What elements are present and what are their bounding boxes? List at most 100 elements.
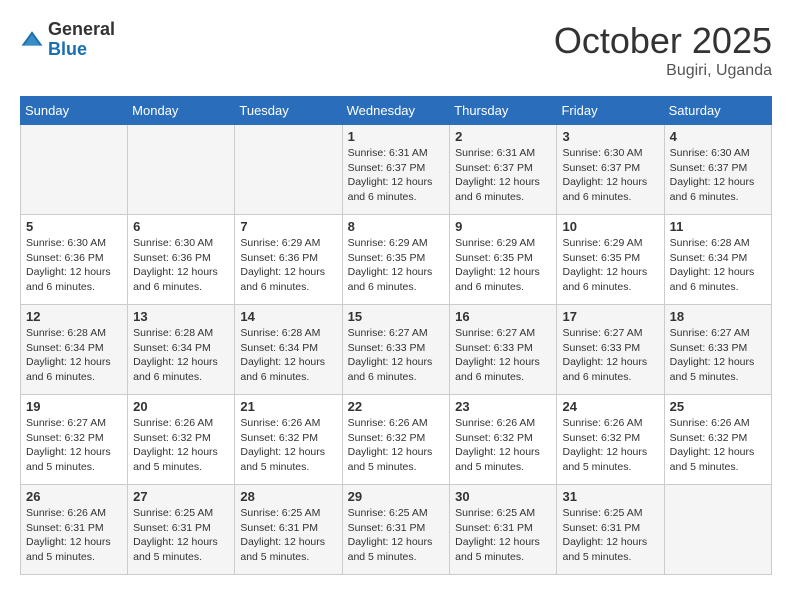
day-number: 13	[133, 309, 229, 324]
day-number: 4	[670, 129, 766, 144]
calendar-cell: 10 Sunrise: 6:29 AM Sunset: 6:35 PM Dayli…	[557, 215, 664, 305]
day-info: Sunrise: 6:29 AM Sunset: 6:36 PM Dayligh…	[240, 236, 336, 295]
day-number: 21	[240, 399, 336, 414]
day-number: 8	[348, 219, 445, 234]
logo-general-text: General	[48, 20, 115, 40]
day-number: 7	[240, 219, 336, 234]
calendar-cell: 8 Sunrise: 6:29 AM Sunset: 6:35 PM Daylig…	[342, 215, 450, 305]
calendar-cell: 18Sunrise: 6:27 AM Sunset: 6:33 PM Dayli…	[664, 305, 771, 395]
day-number: 5	[26, 219, 122, 234]
calendar-cell: 9 Sunrise: 6:29 AM Sunset: 6:35 PM Daylig…	[450, 215, 557, 305]
day-number: 2	[455, 129, 551, 144]
day-info: Sunrise: 6:31 AM Sunset: 6:37 PM Dayligh…	[455, 146, 551, 205]
logo-blue-text: Blue	[48, 40, 115, 60]
calendar-cell: 21 Sunrise: 6:26 AM Sunset: 6:32 PM Dayli…	[235, 395, 342, 485]
day-info: Sunrise: 6:26 AM Sunset: 6:32 PM Dayligh…	[455, 416, 551, 475]
calendar-cell	[21, 125, 128, 215]
day-number: 30	[455, 489, 551, 504]
calendar-cell: 5 Sunrise: 6:30 AM Sunset: 6:36 PM Daylig…	[21, 215, 128, 305]
day-number: 12	[26, 309, 122, 324]
day-number: 10	[562, 219, 658, 234]
day-info: Sunrise: 6:26 AM Sunset: 6:32 PM Dayligh…	[133, 416, 229, 475]
calendar-cell: 28 Sunrise: 6:25 AM Sunset: 6:31 PM Dayli…	[235, 485, 342, 575]
day-info: Sunrise: 6:31 AM Sunset: 6:37 PM Dayligh…	[348, 146, 445, 205]
calendar-header: Sunday Monday Tuesday Wednesday Thursday…	[21, 97, 772, 125]
day-info: Sunrise: 6:29 AM Sunset: 6:35 PM Dayligh…	[348, 236, 445, 295]
day-number: 11	[670, 219, 766, 234]
day-number: 23	[455, 399, 551, 414]
day-info: Sunrise: 6:27 AM Sunset: 6:33 PM Dayligh…	[562, 326, 658, 385]
day-number: 20	[133, 399, 229, 414]
calendar-cell: 6Sunrise: 6:30 AM Sunset: 6:36 PM Daylig…	[128, 215, 235, 305]
logo: General Blue	[20, 20, 115, 60]
calendar-cell: 1 Sunrise: 6:31 AM Sunset: 6:37 PM Daylig…	[342, 125, 450, 215]
day-number: 27	[133, 489, 229, 504]
day-info: Sunrise: 6:28 AM Sunset: 6:34 PM Dayligh…	[133, 326, 229, 385]
day-info: Sunrise: 6:25 AM Sunset: 6:31 PM Dayligh…	[240, 506, 336, 565]
calendar-cell: 3 Sunrise: 6:30 AM Sunset: 6:37 PM Daylig…	[557, 125, 664, 215]
col-thursday: Thursday	[450, 97, 557, 125]
day-number: 15	[348, 309, 445, 324]
calendar-cell: 15 Sunrise: 6:27 AM Sunset: 6:33 PM Dayli…	[342, 305, 450, 395]
logo-icon	[20, 28, 44, 52]
day-number: 31	[562, 489, 658, 504]
col-tuesday: Tuesday	[235, 97, 342, 125]
day-info: Sunrise: 6:25 AM Sunset: 6:31 PM Dayligh…	[562, 506, 658, 565]
calendar-cell: 24 Sunrise: 6:26 AM Sunset: 6:32 PM Dayli…	[557, 395, 664, 485]
day-number: 24	[562, 399, 658, 414]
day-info: Sunrise: 6:29 AM Sunset: 6:35 PM Dayligh…	[562, 236, 658, 295]
calendar-cell: 12 Sunrise: 6:28 AM Sunset: 6:34 PM Dayli…	[21, 305, 128, 395]
calendar-cell: 29 Sunrise: 6:25 AM Sunset: 6:31 PM Dayli…	[342, 485, 450, 575]
day-info: Sunrise: 6:29 AM Sunset: 6:35 PM Dayligh…	[455, 236, 551, 295]
calendar-week-3: 12 Sunrise: 6:28 AM Sunset: 6:34 PM Dayli…	[21, 305, 772, 395]
calendar-body: 1 Sunrise: 6:31 AM Sunset: 6:37 PM Daylig…	[21, 125, 772, 575]
calendar-cell: 14 Sunrise: 6:28 AM Sunset: 6:34 PM Dayli…	[235, 305, 342, 395]
day-info: Sunrise: 6:27 AM Sunset: 6:33 PM Dayligh…	[348, 326, 445, 385]
day-number: 9	[455, 219, 551, 234]
day-info: Sunrise: 6:25 AM Sunset: 6:31 PM Dayligh…	[133, 506, 229, 565]
day-number: 3	[562, 129, 658, 144]
col-friday: Friday	[557, 97, 664, 125]
header-row: Sunday Monday Tuesday Wednesday Thursday…	[21, 97, 772, 125]
day-info: Sunrise: 6:30 AM Sunset: 6:36 PM Dayligh…	[133, 236, 229, 295]
calendar-cell: 4Sunrise: 6:30 AM Sunset: 6:37 PM Daylig…	[664, 125, 771, 215]
calendar-week-4: 19Sunrise: 6:27 AM Sunset: 6:32 PM Dayli…	[21, 395, 772, 485]
calendar-cell: 25Sunrise: 6:26 AM Sunset: 6:32 PM Dayli…	[664, 395, 771, 485]
calendar-cell: 16Sunrise: 6:27 AM Sunset: 6:33 PM Dayli…	[450, 305, 557, 395]
calendar-cell: 2 Sunrise: 6:31 AM Sunset: 6:37 PM Daylig…	[450, 125, 557, 215]
col-sunday: Sunday	[21, 97, 128, 125]
col-saturday: Saturday	[664, 97, 771, 125]
day-number: 16	[455, 309, 551, 324]
calendar-table: Sunday Monday Tuesday Wednesday Thursday…	[20, 96, 772, 575]
calendar-cell: 27 Sunrise: 6:25 AM Sunset: 6:31 PM Dayli…	[128, 485, 235, 575]
day-info: Sunrise: 6:26 AM Sunset: 6:32 PM Dayligh…	[240, 416, 336, 475]
day-number: 26	[26, 489, 122, 504]
day-number: 29	[348, 489, 445, 504]
day-number: 28	[240, 489, 336, 504]
day-info: Sunrise: 6:25 AM Sunset: 6:31 PM Dayligh…	[348, 506, 445, 565]
calendar-week-1: 1 Sunrise: 6:31 AM Sunset: 6:37 PM Daylig…	[21, 125, 772, 215]
title-area: October 2025 Bugiri, Uganda	[554, 20, 772, 80]
day-info: Sunrise: 6:27 AM Sunset: 6:33 PM Dayligh…	[670, 326, 766, 385]
month-title: October 2025	[554, 20, 772, 62]
day-info: Sunrise: 6:26 AM Sunset: 6:32 PM Dayligh…	[562, 416, 658, 475]
day-info: Sunrise: 6:26 AM Sunset: 6:32 PM Dayligh…	[348, 416, 445, 475]
day-number: 19	[26, 399, 122, 414]
page-header: General Blue October 2025 Bugiri, Uganda	[20, 20, 772, 80]
day-number: 14	[240, 309, 336, 324]
calendar-cell: 19Sunrise: 6:27 AM Sunset: 6:32 PM Dayli…	[21, 395, 128, 485]
calendar-week-2: 5 Sunrise: 6:30 AM Sunset: 6:36 PM Daylig…	[21, 215, 772, 305]
calendar-cell: 17Sunrise: 6:27 AM Sunset: 6:33 PM Dayli…	[557, 305, 664, 395]
calendar-cell: 7 Sunrise: 6:29 AM Sunset: 6:36 PM Daylig…	[235, 215, 342, 305]
calendar-cell: 23 Sunrise: 6:26 AM Sunset: 6:32 PM Dayli…	[450, 395, 557, 485]
day-number: 1	[348, 129, 445, 144]
col-monday: Monday	[128, 97, 235, 125]
day-info: Sunrise: 6:30 AM Sunset: 6:36 PM Dayligh…	[26, 236, 122, 295]
calendar-cell: 31 Sunrise: 6:25 AM Sunset: 6:31 PM Dayli…	[557, 485, 664, 575]
day-info: Sunrise: 6:28 AM Sunset: 6:34 PM Dayligh…	[240, 326, 336, 385]
day-info: Sunrise: 6:28 AM Sunset: 6:34 PM Dayligh…	[26, 326, 122, 385]
day-number: 22	[348, 399, 445, 414]
day-info: Sunrise: 6:26 AM Sunset: 6:31 PM Dayligh…	[26, 506, 122, 565]
day-info: Sunrise: 6:30 AM Sunset: 6:37 PM Dayligh…	[562, 146, 658, 205]
calendar-cell: 13 Sunrise: 6:28 AM Sunset: 6:34 PM Dayli…	[128, 305, 235, 395]
